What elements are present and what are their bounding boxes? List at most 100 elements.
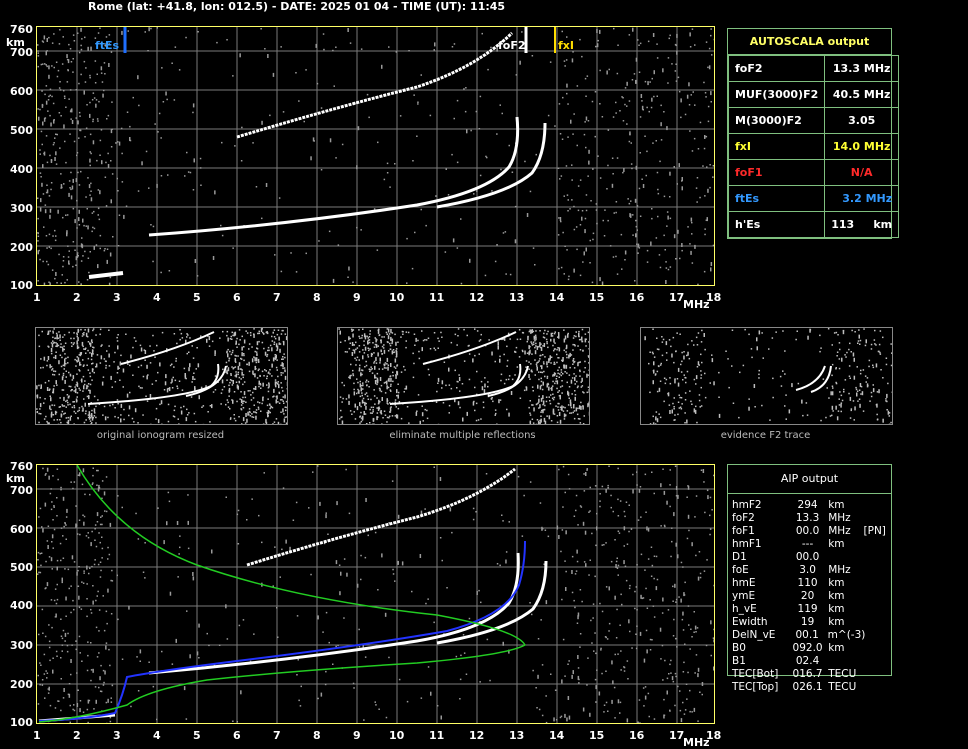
noise-dot <box>77 418 79 420</box>
noise-dot <box>529 329 531 331</box>
thumbnail-eliminate[interactable] <box>337 327 590 425</box>
noise-dot <box>387 398 389 402</box>
noise-dot <box>602 611 604 613</box>
noise-dot <box>146 151 148 153</box>
noise-dot <box>384 367 386 369</box>
noise-dot <box>194 386 196 390</box>
noise-dot <box>526 360 528 362</box>
noise-dot <box>261 403 263 405</box>
noise-dot <box>99 334 101 336</box>
noise-dot <box>84 422 86 424</box>
noise-dot <box>539 709 541 711</box>
noise-dot <box>91 422 93 424</box>
noise-dot <box>464 360 466 362</box>
noise-dot <box>213 256 215 260</box>
autoscala-title: AUTOSCALA output <box>728 29 891 55</box>
noise-dot <box>418 394 420 396</box>
noise-dot <box>62 578 64 582</box>
noise-dot <box>306 253 308 255</box>
noise-dot <box>579 39 581 41</box>
noise-dot <box>365 498 367 502</box>
noise-dot <box>483 407 485 409</box>
noise-dot <box>710 28 712 30</box>
noise-dot <box>279 393 281 395</box>
noise-dot <box>395 342 397 346</box>
noise-dot <box>524 161 526 163</box>
noise-dot <box>681 408 683 410</box>
noise-dot <box>175 46 177 48</box>
noise-dot <box>719 414 721 418</box>
noise-dot <box>611 700 613 704</box>
noise-dot <box>561 392 563 394</box>
aip-param-extra <box>864 616 891 629</box>
noise-dot <box>558 469 560 471</box>
noise-dot <box>369 339 371 341</box>
noise-dot <box>65 616 67 618</box>
noise-dot <box>72 186 74 190</box>
noise-dot <box>248 414 250 416</box>
noise-dot <box>182 389 184 391</box>
noise-dot <box>348 401 350 405</box>
noise-dot <box>600 177 602 179</box>
noise-dot <box>533 390 535 392</box>
aip-param-unit <box>828 551 863 564</box>
noise-dot <box>83 712 85 714</box>
noise-dot <box>84 251 86 253</box>
thumbnail-evidence[interactable] <box>640 327 893 425</box>
noise-dot <box>49 282 51 285</box>
noise-dot <box>655 423 657 424</box>
noise-dot <box>63 260 64 262</box>
noise-dot <box>533 331 535 333</box>
bottom-plot-area[interactable] <box>36 464 715 724</box>
noise-dot <box>379 368 381 370</box>
noise-dot <box>166 521 168 525</box>
noise-dot <box>586 210 588 212</box>
noise-dot <box>77 172 79 174</box>
noise-dot <box>679 690 681 692</box>
noise-dot <box>572 592 574 594</box>
y-tick: 200 <box>10 241 33 254</box>
noise-dot <box>876 363 878 367</box>
noise-dot <box>363 340 365 342</box>
thumbnail-original[interactable] <box>35 327 288 425</box>
noise-dot <box>602 544 604 546</box>
noise-dot <box>637 229 639 231</box>
noise-dot <box>57 76 59 78</box>
noise-dot <box>115 142 117 144</box>
noise-dot <box>668 609 670 611</box>
noise-dot <box>709 65 711 69</box>
noise-dot <box>512 172 513 174</box>
noise-dot <box>491 398 493 400</box>
noise-dot <box>222 369 224 371</box>
top-plot-area[interactable]: ftEs foF2 fxI <box>36 26 715 286</box>
noise-dot <box>65 633 67 637</box>
noise-dot <box>430 692 432 696</box>
noise-dot <box>541 365 543 369</box>
noise-dot <box>123 215 125 219</box>
noise-dot <box>271 364 273 368</box>
noise-dot <box>113 361 115 363</box>
noise-dot <box>74 405 76 407</box>
noise-dot <box>82 390 84 392</box>
noise-dot <box>596 29 598 33</box>
noise-dot <box>262 328 264 330</box>
noise-dot <box>580 505 582 507</box>
noise-dot <box>128 415 130 417</box>
noise-dot <box>699 394 701 396</box>
noise-dot <box>561 372 563 374</box>
noise-dot <box>586 117 588 121</box>
noise-dot <box>176 386 178 388</box>
noise-dot <box>304 121 306 123</box>
noise-dot <box>83 225 85 227</box>
noise-dot <box>575 397 577 401</box>
noise-dot <box>47 582 49 586</box>
noise-dot <box>459 377 461 381</box>
noise-dot <box>276 607 278 609</box>
noise-dot <box>362 355 364 359</box>
noise-dot <box>699 400 701 402</box>
noise-dot <box>514 351 516 353</box>
noise-dot <box>79 370 81 372</box>
noise-dot <box>72 600 74 602</box>
noise-dot <box>52 534 54 538</box>
noise-dot <box>684 412 686 414</box>
